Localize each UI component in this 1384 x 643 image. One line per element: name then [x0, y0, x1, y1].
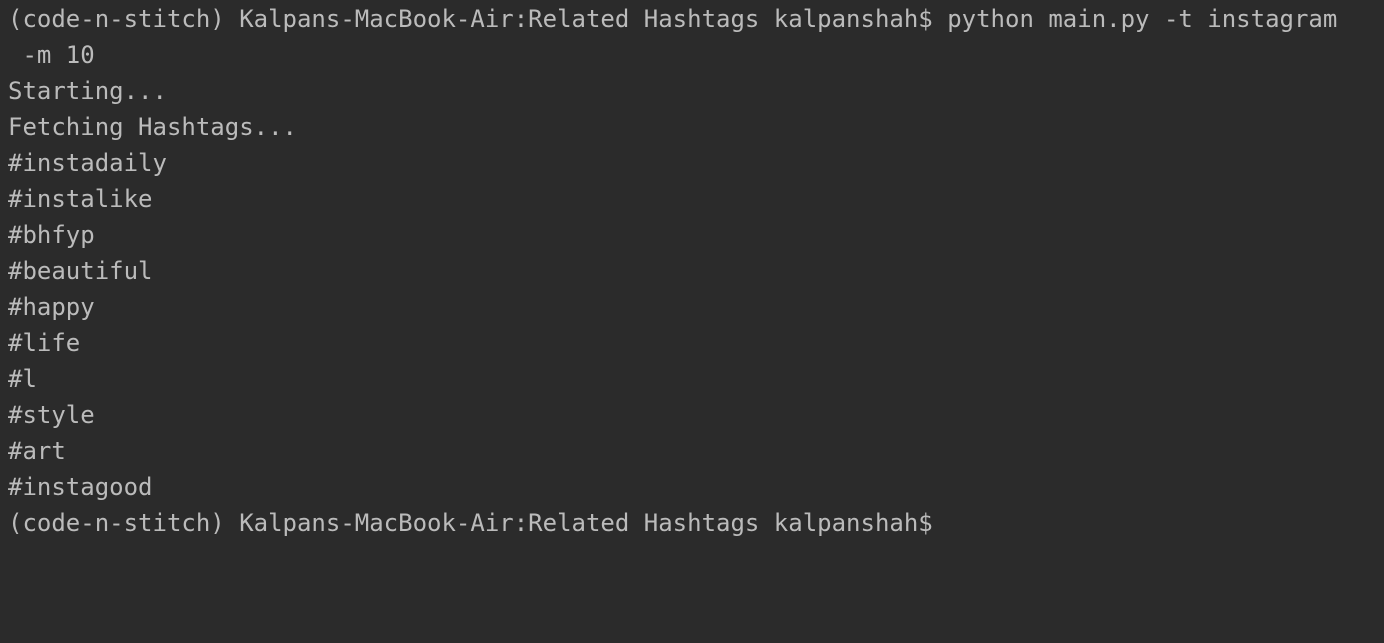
command-text: python main.py -t instagram — [932, 5, 1338, 33]
output-line: #instalike — [8, 185, 153, 213]
command-line: (code-n-stitch) Kalpans-MacBook-Air:Rela… — [8, 1, 1384, 37]
output-line: #l — [8, 365, 37, 393]
output-line: #instadaily — [8, 149, 167, 177]
output-line: #bhfyp — [8, 221, 95, 249]
output-line: Fetching Hashtags... — [8, 113, 297, 141]
output-line: #instagood — [8, 473, 153, 501]
output-line: #style — [8, 401, 95, 429]
output-line: Starting... — [8, 77, 167, 105]
output-line: #beautiful — [8, 257, 153, 285]
command-continuation: -m 10 — [8, 41, 95, 69]
terminal-window[interactable]: (code-n-stitch) Kalpans-MacBook-Air:Rela… — [0, 0, 1384, 643]
output-line: #life — [8, 329, 81, 357]
prompt: (code-n-stitch) Kalpans-MacBook-Air:Rela… — [8, 5, 933, 33]
output-line: #happy — [8, 293, 95, 321]
output-line: #art — [8, 437, 66, 465]
final-prompt[interactable]: (code-n-stitch) Kalpans-MacBook-Air:Rela… — [8, 505, 1384, 541]
